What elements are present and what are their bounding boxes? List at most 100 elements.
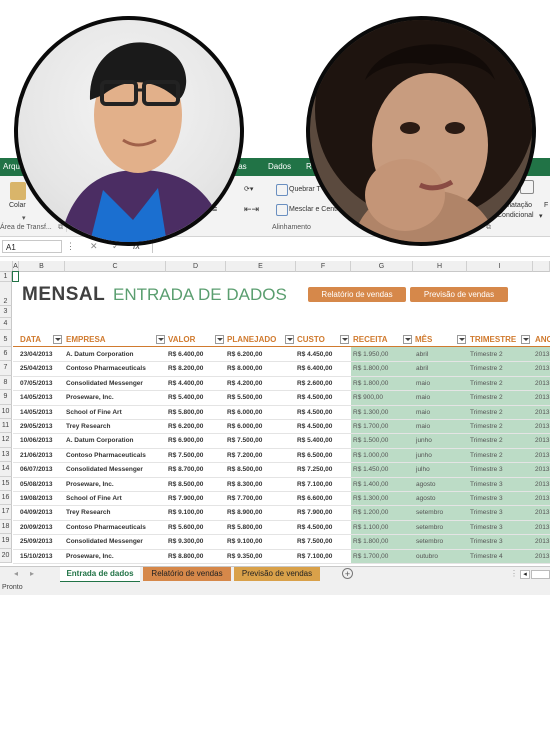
cell-month[interactable]: maio [416, 409, 430, 416]
filter-button[interactable] [285, 335, 294, 344]
cell-revenue[interactable]: R$ 1.100,00 [353, 524, 388, 531]
cell-month[interactable]: agosto [416, 495, 436, 502]
cell-value[interactable]: R$ 5.800,00 [168, 409, 203, 416]
cell-planned[interactable]: R$ 6.200,00 [227, 351, 262, 358]
dropdown-icon[interactable]: ▾ [22, 214, 26, 222]
row-header-9[interactable]: 9 [0, 390, 12, 405]
cell-cost[interactable]: R$ 6.600,00 [297, 495, 332, 502]
cell-quarter[interactable]: Trimestre 3 [470, 538, 503, 545]
wrap-text-icon[interactable] [276, 184, 288, 196]
cell-month[interactable]: outubro [416, 553, 438, 560]
cell-company[interactable]: School of Fine Art [66, 495, 122, 502]
cell-cost[interactable]: R$ 5.400,00 [297, 437, 332, 444]
merge-icon[interactable] [276, 204, 288, 216]
name-box[interactable]: A1 [2, 240, 62, 253]
cell-value[interactable]: R$ 6.900,00 [168, 437, 203, 444]
column-header-f[interactable]: F [296, 261, 351, 272]
filter-button[interactable] [215, 335, 224, 344]
cell-company[interactable]: A. Datum Corporation [66, 437, 134, 444]
row-header-4[interactable]: 4 [0, 318, 12, 330]
cell-cost[interactable]: R$ 7.100,00 [297, 553, 332, 560]
paste-button[interactable]: Colar [9, 202, 26, 209]
cell-date[interactable]: 23/04/2013 [20, 351, 53, 358]
cell-company[interactable]: Contoso Pharmaceuticals [66, 524, 146, 531]
cell-month[interactable]: agosto [416, 481, 436, 488]
cell-cost[interactable]: R$ 4.500,00 [297, 394, 332, 401]
row-header-17[interactable]: 17 [0, 505, 12, 520]
cell-quarter[interactable]: Trimestre 2 [470, 409, 503, 416]
cell-revenue[interactable]: R$ 1.200,00 [353, 509, 388, 516]
cell-year[interactable]: 2013 [535, 524, 549, 531]
cell-planned[interactable]: R$ 9.100,00 [227, 538, 262, 545]
cell-planned[interactable]: R$ 8.000,00 [227, 365, 262, 372]
cell-date[interactable]: 15/10/2013 [20, 553, 53, 560]
cell-year[interactable]: 2013 [535, 351, 549, 358]
cell-year[interactable]: 2013 [535, 380, 549, 387]
conditional-format-button[interactable]: Condicional [497, 212, 534, 219]
cell-year[interactable]: 2013 [535, 466, 549, 473]
tab-sales-forecast[interactable]: Previsão de vendas [234, 567, 320, 581]
cell-cost[interactable]: R$ 7.500,00 [297, 538, 332, 545]
cell-year[interactable]: 2013 [535, 495, 549, 502]
cell-date[interactable]: 07/05/2013 [20, 380, 53, 387]
filter-button[interactable] [403, 335, 412, 344]
horizontal-scrollbar[interactable] [531, 570, 550, 579]
column-header-j[interactable] [533, 261, 550, 272]
column-header-c[interactable]: C [65, 261, 166, 272]
cell-quarter[interactable]: Trimestre 3 [470, 466, 503, 473]
cell-revenue[interactable]: R$ 1.000,00 [353, 452, 388, 459]
cell-date[interactable]: 19/08/2013 [20, 495, 53, 502]
column-header-e[interactable]: E [226, 261, 296, 272]
cell-value[interactable]: R$ 7.500,00 [168, 452, 203, 459]
cell-month[interactable]: setembro [416, 538, 443, 545]
cell-value[interactable]: R$ 5.600,00 [168, 524, 203, 531]
column-header-h[interactable]: H [413, 261, 467, 272]
cell-quarter[interactable]: Trimestre 2 [470, 423, 503, 430]
cell-planned[interactable]: R$ 8.900,00 [227, 509, 262, 516]
cell-date[interactable]: 10/06/2013 [20, 437, 53, 444]
row-header-6[interactable]: 6 [0, 347, 12, 362]
filter-button[interactable] [53, 335, 62, 344]
cell-company[interactable]: Trey Research [66, 509, 110, 516]
cell-revenue[interactable]: R$ 1.800,00 [353, 365, 388, 372]
cell-date[interactable]: 14/05/2013 [20, 394, 53, 401]
cell-month[interactable]: setembro [416, 524, 443, 531]
cell-date[interactable]: 29/05/2013 [20, 423, 53, 430]
cell-quarter[interactable]: Trimestre 3 [470, 524, 503, 531]
cell-cost[interactable]: R$ 7.100,00 [297, 481, 332, 488]
paste-icon[interactable] [10, 182, 26, 200]
column-header-b[interactable]: B [19, 261, 65, 272]
row-header-8[interactable]: 8 [0, 375, 12, 391]
cell-date[interactable]: 20/09/2013 [20, 524, 53, 531]
cell-company[interactable]: Trey Research [66, 423, 110, 430]
cell-month[interactable]: maio [416, 394, 430, 401]
cell-company[interactable]: Consolidated Messenger [66, 466, 143, 473]
cell-revenue[interactable]: R$ 1.400,00 [353, 481, 388, 488]
cell-date[interactable]: 25/04/2013 [20, 365, 53, 372]
cell-company[interactable]: Proseware, Inc. [66, 553, 114, 560]
filter-button[interactable] [457, 335, 466, 344]
cell-revenue[interactable]: R$ 1.800,00 [353, 538, 388, 545]
column-header-i[interactable]: I [467, 261, 533, 272]
cell-year[interactable]: 2013 [535, 394, 549, 401]
selected-cell[interactable] [12, 271, 19, 282]
cell-quarter[interactable]: Trimestre 2 [470, 365, 503, 372]
cell-date[interactable]: 04/09/2013 [20, 509, 53, 516]
cell-cost[interactable]: R$ 4.500,00 [297, 423, 332, 430]
wrap-text-button[interactable]: Quebrar T [289, 186, 321, 193]
cell-month[interactable]: junho [416, 452, 432, 459]
row-header-20[interactable]: 20 [0, 548, 12, 563]
row-header-1[interactable]: 1 [0, 272, 12, 282]
row-header-16[interactable]: 16 [0, 491, 12, 506]
row-header-13[interactable]: 13 [0, 447, 12, 463]
sales-forecast-button[interactable]: Previsão de vendas [410, 287, 508, 302]
cell-date[interactable]: 06/07/2013 [20, 466, 53, 473]
cell-revenue[interactable]: R$ 1.300,00 [353, 409, 388, 416]
cell-quarter[interactable]: Trimestre 3 [470, 481, 503, 488]
row-header-15[interactable]: 15 [0, 476, 12, 491]
cell-month[interactable]: maio [416, 423, 430, 430]
row-header-14[interactable]: 14 [0, 462, 12, 477]
cell-year[interactable]: 2013 [535, 509, 549, 516]
scroll-left-icon[interactable]: ◂ [520, 570, 530, 579]
cell-quarter[interactable]: Trimestre 2 [470, 394, 503, 401]
